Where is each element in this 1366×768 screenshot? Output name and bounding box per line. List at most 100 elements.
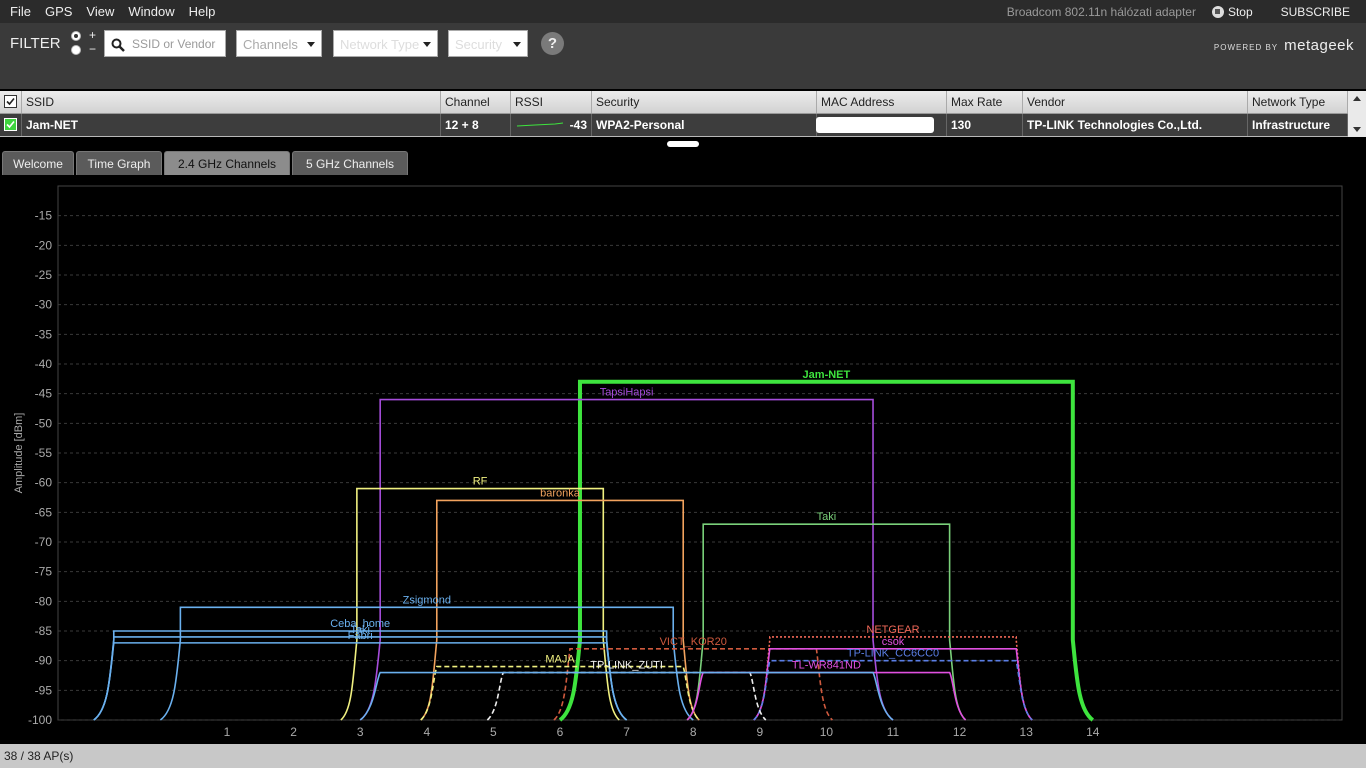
mac-redaction bbox=[816, 117, 934, 133]
rssi-sparkline bbox=[516, 122, 564, 127]
select-all-checkbox[interactable] bbox=[4, 95, 17, 108]
stop-button[interactable]: Stop bbox=[1211, 4, 1253, 19]
series-label: TapsiHapsi bbox=[600, 387, 654, 399]
col-ssid[interactable]: SSID bbox=[22, 91, 441, 113]
series-label: Taki bbox=[817, 511, 837, 523]
x-tick-label: 8 bbox=[690, 725, 697, 739]
y-tick-label: -45 bbox=[35, 387, 53, 401]
channels-dropdown[interactable]: Channels bbox=[236, 30, 322, 57]
series-label: csok bbox=[882, 636, 905, 648]
search-icon bbox=[111, 38, 125, 52]
y-tick-label: -60 bbox=[35, 476, 53, 490]
x-tick-label: 4 bbox=[423, 725, 430, 739]
series-label: TP-LINK_ZUTI bbox=[590, 660, 663, 672]
x-tick-label: 3 bbox=[357, 725, 364, 739]
series-label: NETGEAR bbox=[866, 624, 919, 636]
table-scrollbar[interactable] bbox=[1348, 91, 1366, 137]
powered-by-logo: POWERED BY metageek bbox=[1214, 37, 1354, 54]
cell-channel: 12 + 8 bbox=[441, 114, 511, 136]
series-label: TL-WR841ND bbox=[792, 660, 861, 672]
y-tick-label: -75 bbox=[35, 565, 53, 579]
tab-5ghz-channels[interactable]: 5 GHz Channels bbox=[292, 151, 408, 175]
network-type-dropdown[interactable]: Network Type bbox=[333, 30, 438, 57]
tab-welcome[interactable]: Welcome bbox=[2, 151, 74, 175]
network-table: SSID Channel RSSI Security MAC Address M… bbox=[0, 91, 1366, 137]
series-label: Fabri bbox=[348, 630, 373, 642]
cell-network-type: Infrastructure bbox=[1248, 114, 1348, 136]
y-tick-label: -50 bbox=[35, 416, 53, 430]
x-tick-label: 6 bbox=[557, 725, 564, 739]
x-tick-label: 10 bbox=[820, 725, 834, 739]
check-icon bbox=[6, 97, 15, 106]
series-label: Zsigmond bbox=[403, 594, 451, 606]
x-tick-label: 11 bbox=[887, 725, 900, 739]
y-tick-label: -25 bbox=[35, 268, 53, 282]
stop-label: Stop bbox=[1227, 4, 1253, 19]
security-dropdown[interactable]: Security bbox=[448, 30, 528, 57]
menu-help[interactable]: Help bbox=[182, 0, 223, 23]
series-label: baronka bbox=[540, 487, 581, 499]
y-tick-label: -70 bbox=[35, 535, 53, 549]
tab-time-graph[interactable]: Time Graph bbox=[76, 151, 162, 175]
plus-label: + bbox=[89, 28, 97, 42]
table-header: SSID Channel RSSI Security MAC Address M… bbox=[0, 91, 1348, 114]
security-label: Security bbox=[455, 37, 502, 52]
y-tick-label: -55 bbox=[35, 446, 53, 460]
series-label: MAJA bbox=[545, 654, 575, 666]
menu-window[interactable]: Window bbox=[121, 0, 181, 23]
series-label: TP-LINK_CC6CC0 bbox=[847, 648, 939, 660]
minus-label: − bbox=[89, 42, 97, 56]
filter-bar: FILTER + − Channels Network Type Securit… bbox=[0, 23, 1366, 89]
network-type-label: Network Type bbox=[340, 37, 420, 52]
x-tick-label: 7 bbox=[623, 725, 630, 739]
col-channel[interactable]: Channel bbox=[441, 91, 511, 113]
col-mac[interactable]: MAC Address bbox=[817, 91, 947, 113]
y-tick-label: -40 bbox=[35, 357, 53, 371]
status-bar: 38 / 38 AP(s) bbox=[0, 744, 1366, 768]
subscribe-link[interactable]: SUBSCRIBE bbox=[1281, 5, 1350, 19]
search-input[interactable] bbox=[132, 35, 224, 52]
check-icon bbox=[6, 120, 15, 129]
chevron-down-icon bbox=[513, 42, 521, 47]
menu-file[interactable]: File bbox=[0, 0, 38, 23]
y-axis-label: Amplitude [dBm] bbox=[13, 413, 25, 494]
x-tick-label: 12 bbox=[953, 725, 967, 739]
search-box[interactable] bbox=[104, 30, 226, 57]
y-tick-label: -15 bbox=[35, 209, 53, 223]
x-tick-label: 9 bbox=[756, 725, 763, 739]
row-checkbox[interactable] bbox=[4, 118, 17, 131]
col-rssi[interactable]: RSSI bbox=[511, 91, 592, 113]
channel-chart: -15 -20 -25 -30 -35 -40 -45 -50 -55 -60 -65 -70 -75 -… bbox=[13, 185, 1343, 739]
col-network-type[interactable]: Network Type bbox=[1248, 91, 1348, 113]
cell-rssi: -43 bbox=[511, 114, 592, 136]
col-security[interactable]: Security bbox=[592, 91, 817, 113]
menu-view[interactable]: View bbox=[79, 0, 121, 23]
stop-icon bbox=[1211, 5, 1224, 18]
col-max-rate[interactable]: Max Rate bbox=[947, 91, 1023, 113]
chevron-down-icon bbox=[423, 42, 431, 47]
menu-gps[interactable]: GPS bbox=[38, 0, 79, 23]
x-tick-label: 1 bbox=[224, 725, 231, 739]
y-tick-label: -100 bbox=[28, 713, 52, 727]
y-tick-label: -80 bbox=[35, 594, 53, 608]
row-check-cell[interactable] bbox=[0, 114, 22, 136]
scroll-up-icon[interactable] bbox=[1353, 96, 1361, 101]
select-all-cell[interactable] bbox=[0, 91, 22, 113]
adapter-name[interactable]: Broadcom 802.11n hálózati adapter bbox=[1007, 5, 1196, 19]
x-tick-label: 2 bbox=[290, 725, 297, 739]
menu-bar: File GPS View Window Help Broadcom 802.1… bbox=[0, 0, 1366, 23]
cell-ssid: Jam-NET bbox=[22, 114, 441, 136]
include-radio[interactable] bbox=[71, 31, 81, 41]
y-tick-label: -30 bbox=[35, 298, 53, 312]
col-vendor[interactable]: Vendor bbox=[1023, 91, 1248, 113]
y-tick-label: -90 bbox=[35, 654, 53, 668]
tab-24ghz-channels[interactable]: 2.4 GHz Channels bbox=[164, 151, 290, 175]
brand-logo: metageek bbox=[1284, 37, 1354, 54]
scroll-down-icon[interactable] bbox=[1353, 127, 1361, 132]
help-button[interactable]: ? bbox=[541, 32, 564, 55]
y-tick-label: -65 bbox=[35, 505, 53, 519]
splitter-handle[interactable] bbox=[667, 141, 699, 147]
cell-security: WPA2-Personal bbox=[592, 114, 817, 136]
exclude-radio[interactable] bbox=[71, 45, 81, 55]
table-row[interactable]: Jam-NET 12 + 8 -43 WPA2-Personal 130 TP-… bbox=[0, 114, 1348, 136]
